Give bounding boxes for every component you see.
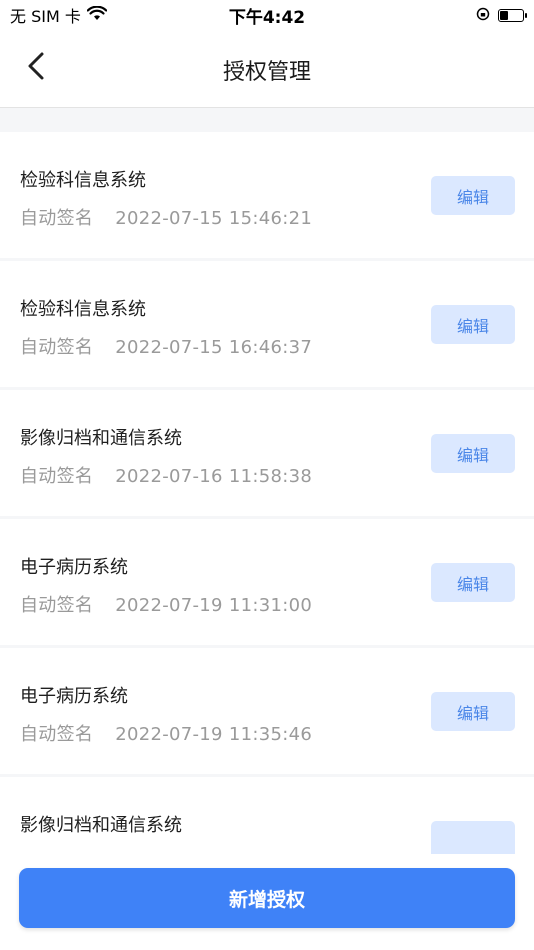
- record-datetime: 2022-07-19 11:35:46: [115, 724, 313, 745]
- status-right: [476, 6, 527, 25]
- system-name: 影像归档和通信系统: [20, 428, 182, 449]
- list-item: 电子病历系统 自动签名 2022-07-19 11:31:00 编辑: [0, 519, 534, 645]
- sign-type: 自动签名: [20, 208, 94, 229]
- sign-type: 自动签名: [20, 466, 94, 487]
- page-title: 授权管理: [222, 60, 311, 85]
- record-meta: 自动签名 2022-07-15 16:46:37: [20, 333, 312, 359]
- record-meta: 自动签名 2022-07-19 11:35:46: [20, 720, 312, 746]
- wifi-icon: [86, 5, 108, 25]
- orientation-lock-icon: [476, 6, 490, 25]
- list-item: 检验科信息系统 自动签名 2022-07-15 16:46:37 编辑: [0, 261, 534, 387]
- record-meta: 自动签名 2022-07-15 15:46:21: [20, 204, 312, 230]
- record-datetime: 2022-07-19 11:31:00: [115, 595, 313, 616]
- nav-bar: 授权管理: [0, 30, 534, 108]
- edit-button[interactable]: [431, 821, 515, 854]
- record-datetime: 2022-07-15 15:46:21: [115, 208, 313, 229]
- edit-button[interactable]: 编辑: [431, 692, 515, 731]
- system-name: 影像归档和通信系统: [20, 815, 182, 836]
- list-item: 影像归档和通信系统 自动签名 2022-07-16 11:58:38 编辑: [0, 390, 534, 516]
- sign-type: 自动签名: [20, 724, 94, 745]
- record-meta: 自动签名 2022-07-16 11:58:38: [20, 462, 312, 488]
- system-name: 检验科信息系统: [20, 170, 146, 191]
- sign-type: 自动签名: [20, 337, 94, 358]
- carrier-label: 无 SIM 卡: [10, 7, 81, 26]
- battery-level: [500, 10, 509, 20]
- sign-type: 自动签名: [20, 595, 94, 616]
- list-item: 电子病历系统 自动签名 2022-07-19 11:35:46 编辑: [0, 648, 534, 774]
- system-name: 电子病历系统: [20, 686, 128, 707]
- system-name: 电子病历系统: [20, 557, 128, 578]
- edit-button[interactable]: 编辑: [431, 434, 515, 473]
- authorization-list[interactable]: 检验科信息系统 自动签名 2022-07-15 15:46:21 编辑 检验科信息…: [0, 132, 534, 854]
- status-left: 无 SIM 卡: [10, 3, 108, 27]
- edit-button[interactable]: 编辑: [431, 176, 515, 215]
- bottom-bar: 新增授权: [0, 854, 534, 950]
- status-bar: 无 SIM 卡 下午4:42: [0, 0, 534, 30]
- system-name: 检验科信息系统: [20, 299, 146, 320]
- list-item: 检验科信息系统 自动签名 2022-07-15 15:46:21 编辑: [0, 132, 534, 258]
- battery-icon: [498, 8, 527, 22]
- record-meta: 自动签名 2022-07-19 11:31:00: [20, 591, 312, 617]
- record-datetime: 2022-07-15 16:46:37: [115, 337, 313, 358]
- record-datetime: 2022-07-16 11:58:38: [115, 466, 313, 487]
- list-item: 影像归档和通信系统: [0, 777, 534, 854]
- edit-button[interactable]: 编辑: [431, 563, 515, 602]
- add-authorization-button[interactable]: 新增授权: [19, 868, 515, 928]
- edit-button[interactable]: 编辑: [431, 305, 515, 344]
